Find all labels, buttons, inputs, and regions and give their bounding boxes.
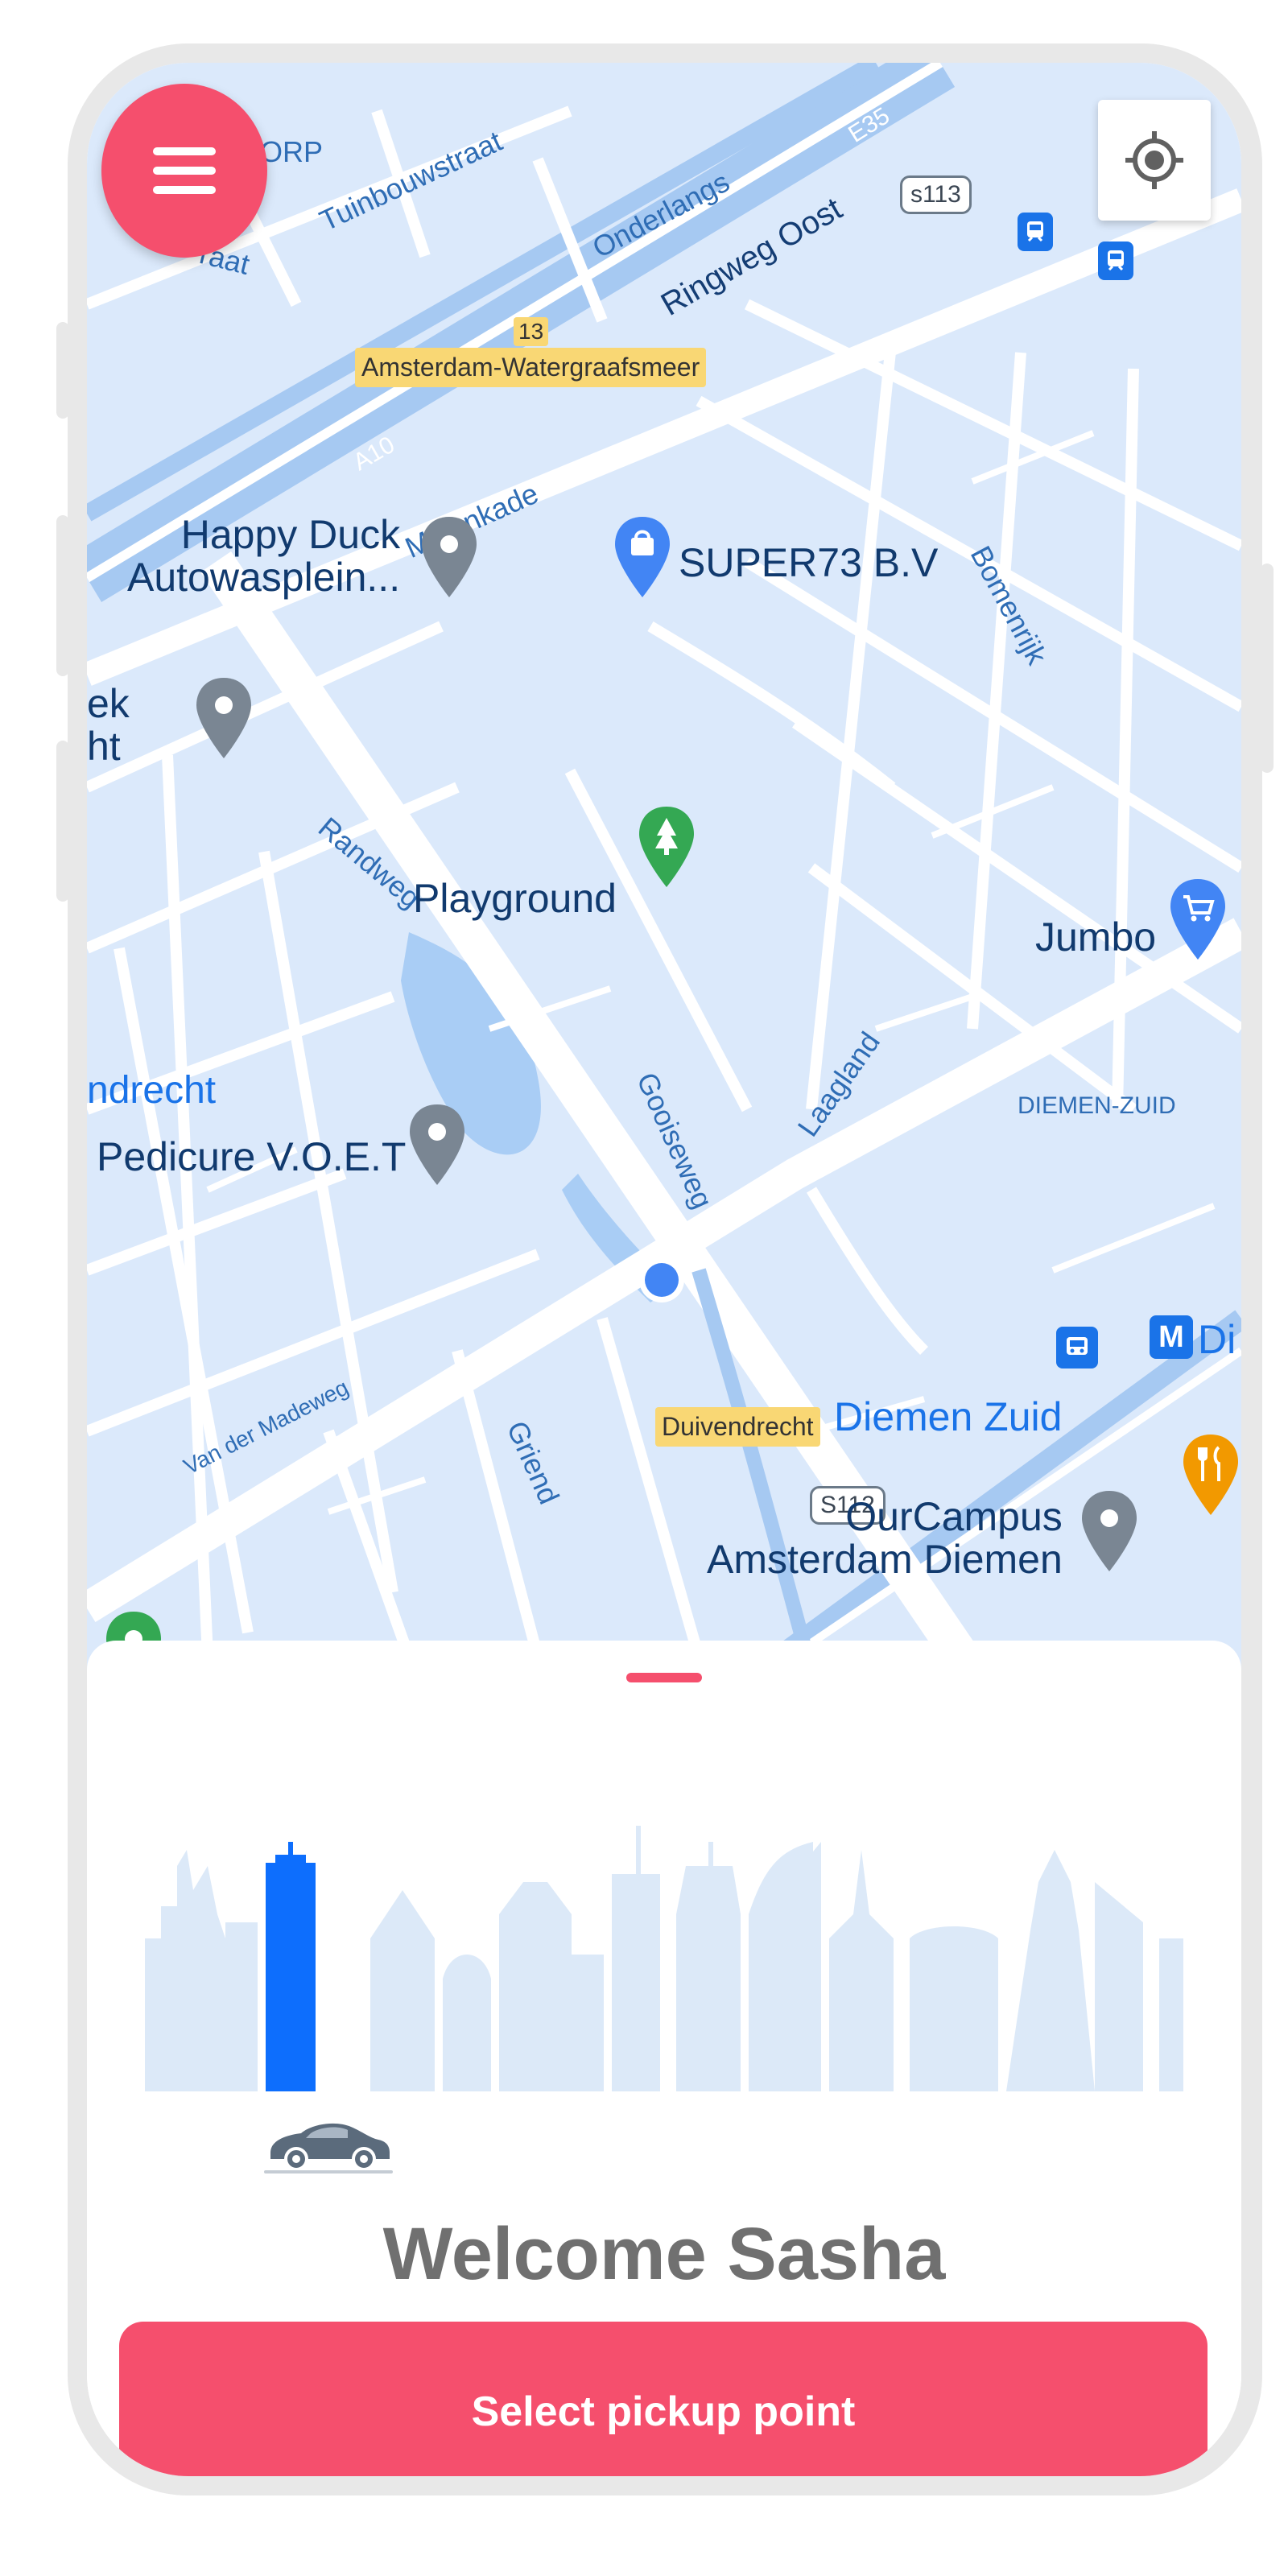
map-pin-icon-ek[interactable] bbox=[192, 675, 256, 763]
tram-stop-icon[interactable] bbox=[1018, 213, 1053, 251]
city-skyline-illustration bbox=[145, 1826, 1183, 2091]
area-tag-watergraafsmeer: Amsterdam-Watergraafsmeer bbox=[355, 348, 707, 387]
welcome-heading: Welcome Sasha bbox=[382, 2213, 946, 2295]
locate-icon bbox=[1125, 131, 1183, 189]
park-pin-icon[interactable] bbox=[634, 803, 699, 892]
poi-label-ourcampus[interactable]: OurCampus Amsterdam Diemen bbox=[707, 1496, 1063, 1580]
tram-stop-icon-2[interactable] bbox=[1098, 242, 1133, 280]
highlighted-building bbox=[266, 1842, 316, 2091]
street-label-dorp: ORP bbox=[260, 135, 324, 168]
poi-label-diemen-zuid[interactable]: Diemen Zuid bbox=[834, 1396, 1062, 1439]
car-icon bbox=[264, 2123, 393, 2174]
area-tag-duivendrecht: Duivendrecht bbox=[655, 1407, 820, 1447]
road-shield-s113: s113 bbox=[900, 175, 972, 214]
bus-station-icon[interactable] bbox=[1056, 1327, 1098, 1368]
area-label-ndrecht: ndrecht bbox=[87, 1069, 217, 1112]
map-pin-icon-pedicure[interactable] bbox=[405, 1101, 469, 1190]
poi-label-pedicure[interactable]: Pedicure V.O.E.T bbox=[97, 1136, 406, 1179]
poi-label-happy-duck[interactable]: Happy Duck Autowasplein... bbox=[127, 514, 400, 598]
area-label-diemen-zuid: DIEMEN-ZUID bbox=[1018, 1092, 1176, 1119]
map-pin-icon-happy-duck[interactable] bbox=[417, 514, 481, 602]
menu-button[interactable] bbox=[101, 84, 267, 258]
poi-label-jumbo[interactable]: Jumbo bbox=[1035, 916, 1156, 959]
road-shield-13: 13 bbox=[514, 317, 549, 346]
poi-label-ek-fragment[interactable]: ek ht bbox=[87, 683, 130, 767]
poi-label-super73[interactable]: SUPER73 B.V bbox=[679, 542, 938, 584]
menu-icon bbox=[153, 147, 216, 194]
app-screen: ORP raat Tuinbouwstraat Onderlangs Ringw… bbox=[87, 63, 1241, 2476]
select-pickup-point-button[interactable]: Select pickup point bbox=[119, 2322, 1208, 2476]
poi-label-playground[interactable]: Playground bbox=[413, 877, 617, 920]
poi-label-di-fragment[interactable]: Di bbox=[1198, 1319, 1236, 1361]
bottom-sheet: Welcome Sasha Select pickup point bbox=[87, 1641, 1241, 2476]
restaurant-pin-icon[interactable] bbox=[1179, 1431, 1241, 1520]
shopping-pin-icon[interactable] bbox=[610, 514, 675, 602]
map-pin-icon-ourcampus[interactable] bbox=[1077, 1488, 1141, 1576]
metro-station-icon[interactable]: M bbox=[1150, 1315, 1193, 1359]
current-location-dot bbox=[650, 1270, 651, 1271]
my-location-button[interactable] bbox=[1098, 100, 1211, 221]
map-view[interactable]: ORP raat Tuinbouwstraat Onderlangs Ringw… bbox=[87, 63, 1241, 1673]
grocery-pin-icon[interactable] bbox=[1166, 876, 1230, 964]
sheet-drag-handle[interactable] bbox=[626, 1673, 702, 1682]
phone-side-button-4 bbox=[1261, 564, 1274, 773]
